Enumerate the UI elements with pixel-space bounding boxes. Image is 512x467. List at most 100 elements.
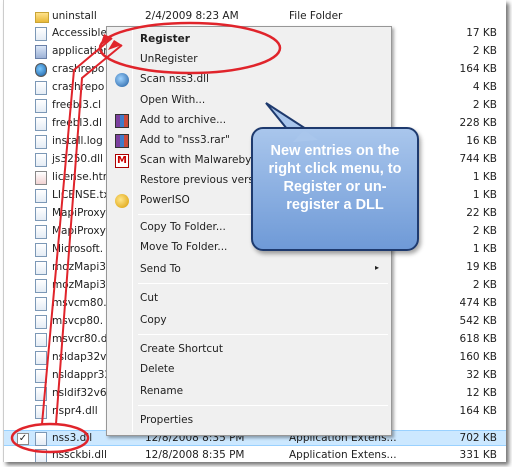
menu-item-label: Properties — [140, 414, 194, 426]
file-icon — [35, 315, 47, 329]
file-name: mozMapi3 — [52, 279, 106, 291]
file-row[interactable]: uninstall 2/4/2009 8:23 AM File Folder — [4, 9, 506, 25]
menu-item-label: Delete — [140, 363, 175, 375]
file-size: 22 KB — [466, 207, 497, 219]
file-name: uninstall — [52, 10, 97, 22]
file-icon — [35, 449, 47, 462]
menu-item-scan[interactable]: Scan nss3.dll — [109, 70, 389, 90]
file-size: 228 KB — [459, 117, 497, 129]
file-icon — [35, 153, 47, 167]
file-name: MapiProxy — [52, 207, 106, 219]
file-name: freebl3.dl — [52, 117, 102, 129]
file-size: 16 KB — [466, 135, 497, 147]
menu-item-create-shortcut[interactable]: Create Shortcut — [109, 340, 389, 360]
submenu-arrow-icon: ▸ — [374, 263, 379, 272]
file-icon — [35, 243, 47, 257]
file-icon — [35, 81, 47, 95]
menu-item-delete[interactable]: Delete — [109, 360, 389, 380]
callout-line: right click menu, to — [268, 161, 402, 177]
file-size: 474 KB — [459, 297, 497, 309]
menu-item-label: Create Shortcut — [140, 343, 223, 355]
menu-item-label: Rename — [140, 385, 184, 397]
menu-item-rename[interactable]: Rename — [109, 382, 389, 402]
menu-item-label: Add to "nss3.rar" — [140, 134, 230, 146]
file-name: license.htm — [52, 171, 113, 183]
file-name: crashrepo — [52, 63, 105, 75]
file-size: 2 KB — [472, 225, 497, 237]
file-size: 2 KB — [472, 45, 497, 57]
file-row[interactable]: nssckbi.dll 12/8/2008 8:35 PM Applicatio… — [4, 448, 506, 462]
row-checkbox[interactable]: ✓ — [17, 433, 29, 445]
file-name: MapiProxy — [52, 225, 106, 237]
menu-item-label: Move To Folder... — [140, 241, 228, 253]
doc-icon — [35, 171, 47, 185]
malwarebytes-icon: M — [115, 154, 129, 168]
file-name: msvcr80.d — [52, 333, 108, 345]
file-icon — [35, 45, 47, 59]
explorer-file-list: uninstall 2/4/2009 8:23 AM File Folder A… — [3, 0, 506, 462]
file-name: application — [52, 45, 110, 57]
menu-item-cut[interactable]: Cut — [109, 289, 389, 309]
menu-item-label: Cut — [140, 292, 159, 304]
folder-icon — [35, 12, 49, 23]
scan-icon — [115, 73, 129, 87]
poweriso-icon — [115, 194, 129, 208]
menu-item-open-with[interactable]: Open With... — [109, 91, 389, 111]
callout-bubble: New entries on the right click menu, to … — [251, 127, 419, 251]
file-icon — [35, 27, 47, 41]
menu-item-label: Send To — [140, 263, 181, 275]
file-size: 1 KB — [472, 243, 497, 255]
winrar-icon — [115, 114, 129, 128]
file-size: 164 KB — [459, 405, 497, 417]
file-name: msvcp80. — [52, 315, 104, 327]
crash-icon — [35, 63, 47, 77]
file-type: File Folder — [289, 10, 343, 22]
file-icon — [35, 405, 47, 419]
callout-line: register a DLL — [286, 197, 384, 213]
menu-item-label: Register — [140, 33, 190, 45]
file-date: 12/8/2008 8:35 PM — [145, 449, 245, 461]
menu-item-label: Copy — [140, 314, 167, 326]
menu-item-label: Add to archive... — [140, 114, 227, 126]
winrar-icon — [115, 134, 129, 148]
file-name: Accessible — [52, 27, 107, 39]
file-icon — [35, 207, 47, 221]
file-icon — [35, 387, 47, 401]
file-name: nss3.dll — [52, 432, 93, 444]
menu-item-copy[interactable]: Copy — [109, 311, 389, 331]
file-icon — [35, 99, 47, 113]
file-size: 744 KB — [459, 153, 497, 165]
file-size: 2 KB — [472, 279, 497, 291]
file-size: 618 KB — [459, 333, 497, 345]
file-name: nspr4.dll — [52, 405, 98, 417]
menu-item-label: PowerISO — [140, 194, 190, 206]
menu-item-properties[interactable]: Properties — [109, 411, 389, 431]
file-name: mozMapi3 — [52, 261, 106, 273]
file-icon — [35, 369, 47, 383]
file-icon — [35, 189, 47, 203]
menu-item-label: Scan nss3.dll — [140, 73, 209, 85]
file-size: 702 KB — [459, 432, 497, 444]
file-size: 32 KB — [466, 369, 497, 381]
file-name: crashrepo — [52, 81, 105, 93]
file-size: 17 KB — [466, 27, 497, 39]
menu-separator — [138, 405, 388, 406]
file-name: Microsoft. — [52, 243, 104, 255]
menu-item-send-to[interactable]: Send To ▸ — [109, 260, 389, 280]
menu-item-register[interactable]: Register — [109, 30, 389, 50]
callout-line: New entries on the — [270, 143, 400, 159]
menu-item-label: Open With... — [140, 94, 206, 106]
file-size: 331 KB — [459, 449, 497, 461]
file-icon — [35, 117, 47, 131]
file-size: 164 KB — [459, 63, 497, 75]
menu-item-label: Restore previous vers — [140, 174, 254, 186]
menu-item-label: Copy To Folder... — [140, 221, 226, 233]
file-name: nssckbi.dll — [52, 449, 107, 461]
callout-line: Register or un- — [283, 179, 387, 195]
file-name: nsldap32v — [52, 351, 107, 363]
menu-item-label: UnRegister — [140, 53, 198, 65]
menu-item-unregister[interactable]: UnRegister — [109, 50, 389, 70]
menu-item-label: Scan with Malwareby — [140, 154, 252, 166]
file-icon — [35, 333, 47, 347]
file-size: 12 KB — [466, 387, 497, 399]
